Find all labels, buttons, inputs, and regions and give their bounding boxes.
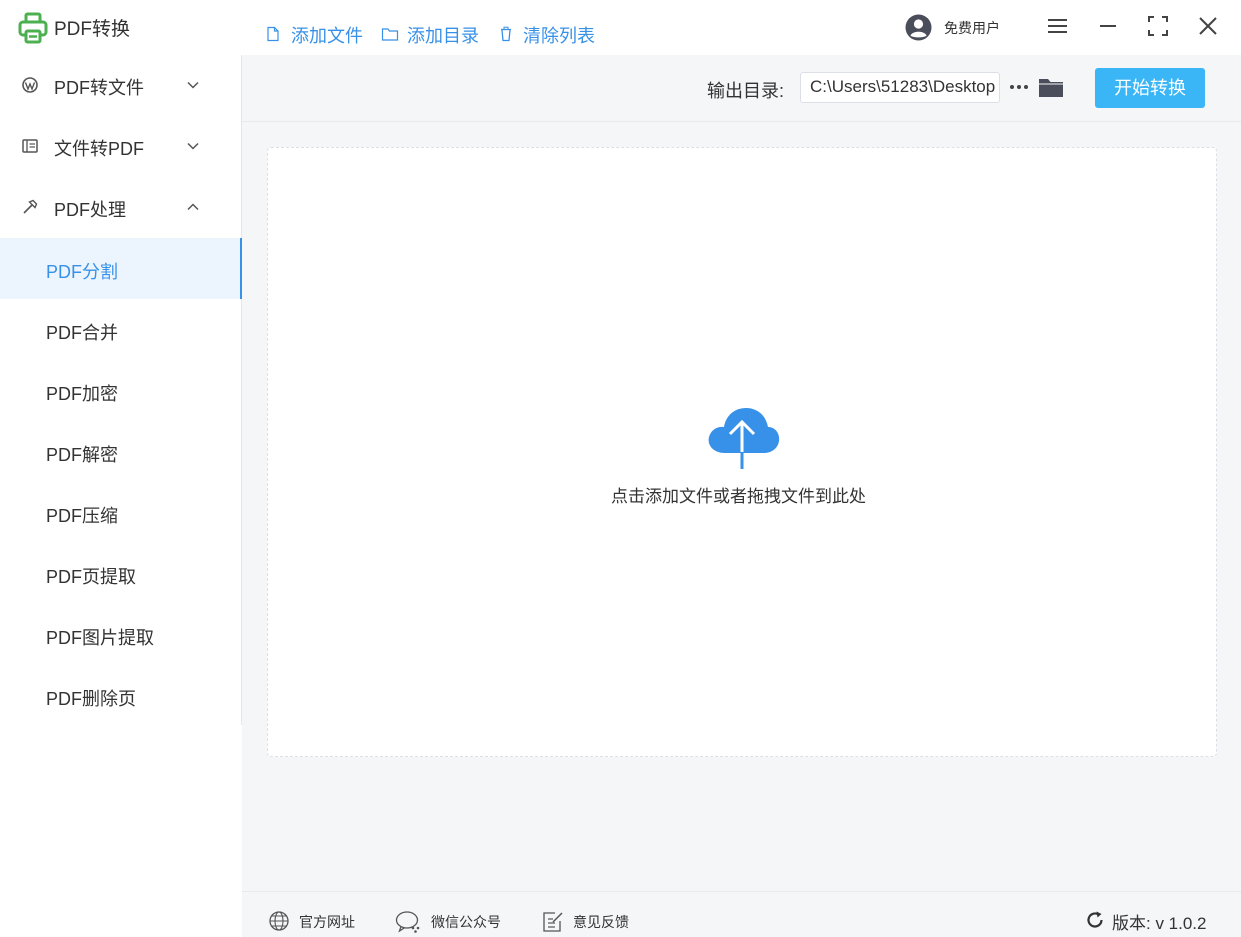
folder-outline-icon [381, 28, 399, 41]
sidebar-group-pdf-to-file[interactable]: PDF转文件 [0, 55, 241, 116]
sidebar-item-label: PDF合并 [46, 323, 118, 343]
printer-logo-icon [18, 12, 48, 44]
sidebar-item-pdf-page-extract[interactable]: PDF页提取 [0, 543, 242, 604]
refresh-icon[interactable] [1084, 909, 1106, 931]
sidebar-item-pdf-merge[interactable]: PDF合并 [0, 299, 242, 360]
website-link[interactable]: 官方网址 [268, 908, 363, 932]
sidebar-item-pdf-encrypt[interactable]: PDF加密 [0, 360, 242, 421]
sidebar-item-pdf-decrypt[interactable]: PDF解密 [0, 421, 242, 482]
feedback-label: 意见反馈 [573, 914, 629, 930]
start-convert-button[interactable]: 开始转换 [1095, 68, 1205, 108]
document-icon [22, 139, 38, 153]
add-folder-button[interactable]: 添加目录 [381, 22, 481, 46]
app-title: PDF转换 [54, 19, 131, 40]
minimize-icon[interactable] [1095, 13, 1121, 39]
wechat-link[interactable]: 微信公众号 [395, 908, 510, 933]
sidebar-item-label: PDF解密 [46, 445, 118, 465]
title-bar: PDF转换 免费用户 [0, 0, 1241, 55]
feedback-edit-icon [543, 912, 563, 932]
sidebar-group-label: 文件转PDF [54, 139, 144, 159]
add-file-label: 添加文件 [291, 26, 363, 46]
output-dir-label: 输出目录: [707, 81, 785, 101]
sidebar-group-label: PDF处理 [54, 200, 126, 220]
clear-list-label: 清除列表 [523, 26, 595, 46]
menu-icon[interactable] [1045, 13, 1071, 39]
wechat-label: 微信公众号 [431, 914, 501, 930]
add-folder-label: 添加目录 [407, 26, 479, 46]
sidebar-group-label: PDF转文件 [54, 78, 144, 98]
sidebar-item-pdf-split[interactable]: PDF分割 [0, 238, 242, 299]
sidebar-item-label: PDF加密 [46, 384, 118, 404]
drop-hint: 点击添加文件或者拖拽文件到此处 [611, 487, 866, 506]
trash-icon [501, 26, 511, 42]
sidebar-item-label: PDF分割 [46, 262, 118, 282]
chevron-down-icon [187, 81, 199, 89]
sidebar-item-label: PDF删除页 [46, 689, 136, 709]
clear-list-button[interactable]: 清除列表 [499, 22, 599, 46]
sidebar-item-pdf-compress[interactable]: PDF压缩 [0, 482, 242, 543]
sidebar-item-label: PDF压缩 [46, 506, 118, 526]
maximize-icon[interactable] [1145, 13, 1171, 39]
more-options-icon[interactable] [1008, 76, 1030, 98]
file-icon [267, 26, 279, 42]
sidebar-group-file-to-pdf[interactable]: 文件转PDF [0, 116, 241, 177]
chevron-down-icon [187, 142, 199, 150]
add-file-button[interactable]: 添加文件 [266, 22, 366, 46]
wordpress-icon [22, 77, 38, 93]
close-icon[interactable] [1195, 13, 1221, 39]
sidebar-item-label: PDF图片提取 [46, 628, 154, 648]
output-path-field[interactable]: C:\Users\51283\Desktop [800, 72, 1000, 103]
feedback-link[interactable]: 意见反馈 [541, 908, 641, 932]
sidebar-item-pdf-delete-page[interactable]: PDF删除页 [0, 665, 242, 726]
user-label[interactable]: 免费用户 [944, 18, 1000, 38]
chevron-up-icon [187, 203, 199, 211]
website-label: 官方网址 [299, 914, 355, 930]
user-avatar-icon[interactable] [905, 14, 932, 41]
hammer-icon [23, 199, 38, 214]
sidebar-group-pdf-processing[interactable]: PDF处理 [0, 177, 241, 238]
version-label: 版本: v 1.0.2 [1112, 914, 1207, 933]
sidebar-item-label: PDF页提取 [46, 567, 136, 587]
globe-icon [269, 911, 289, 931]
sidebar-item-pdf-image-extract[interactable]: PDF图片提取 [0, 604, 242, 665]
cloud-upload-icon [708, 408, 780, 469]
wechat-icon [395, 911, 420, 933]
folder-open-icon[interactable] [1038, 75, 1064, 99]
